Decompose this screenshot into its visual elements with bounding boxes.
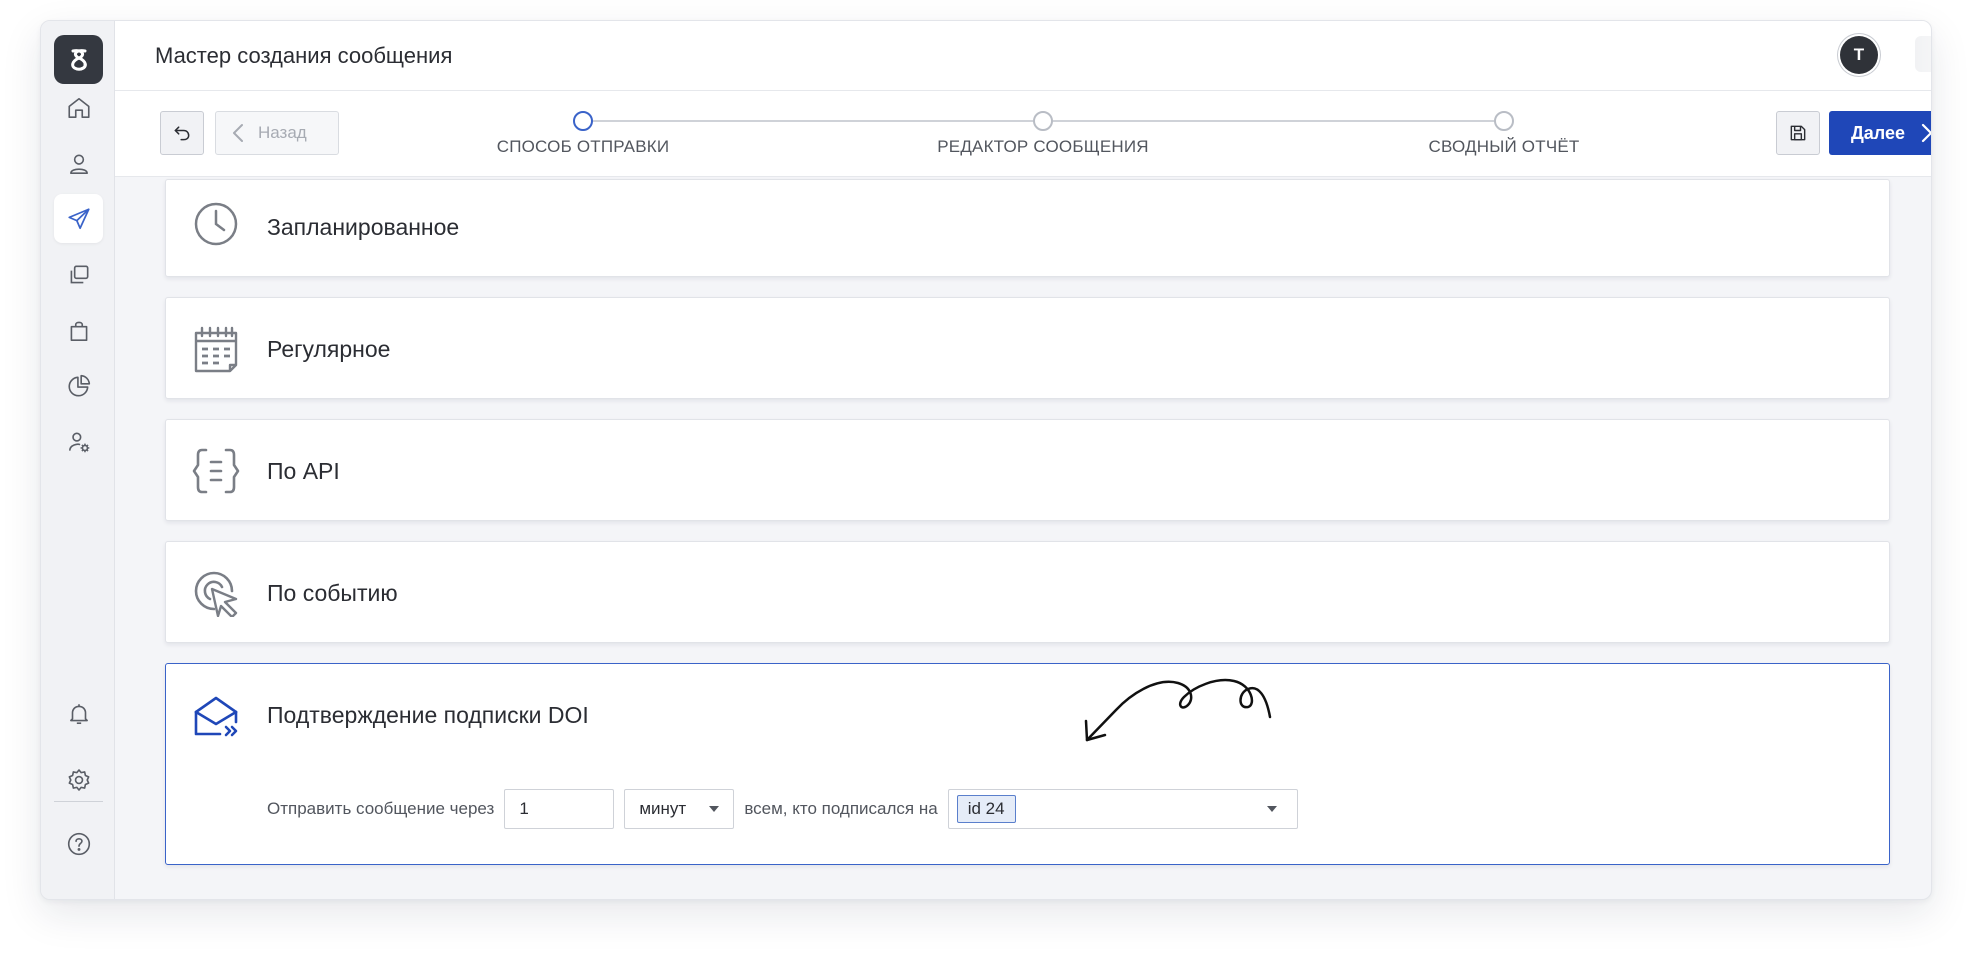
option-doi-title: Подтверждение подписки DOI xyxy=(267,702,589,728)
user-name-blurred[interactable] xyxy=(1915,36,1931,72)
subscription-list-select[interactable]: id 24 xyxy=(947,789,1298,829)
sidebar-item-settings[interactable] xyxy=(54,755,103,804)
sidebar-item-messages[interactable] xyxy=(54,194,103,243)
caret-down-icon xyxy=(709,806,720,812)
sidebar xyxy=(41,21,115,899)
chevron-left-icon xyxy=(233,124,243,142)
step-1-label[interactable]: СПОСОБ ОТПРАВКИ xyxy=(497,137,670,157)
send-after-label: Отправить сообщение через xyxy=(267,799,495,818)
next-button[interactable]: Далее xyxy=(1829,111,1931,155)
option-doi[interactable]: Подтверждение подписки DOI Отправить соо… xyxy=(165,663,1890,865)
sidebar-item-help[interactable] xyxy=(54,819,103,868)
page-title: Мастер создания сообщения xyxy=(155,43,453,68)
avatar[interactable]: T xyxy=(1840,36,1878,74)
logo[interactable] xyxy=(54,35,103,84)
pie-chart-icon xyxy=(68,374,90,396)
delay-input[interactable] xyxy=(504,789,615,829)
save-icon xyxy=(1790,125,1806,141)
list-tag[interactable]: id 24 xyxy=(956,795,1016,823)
sidebar-item-home[interactable] xyxy=(54,83,103,132)
sidebar-item-contacts[interactable] xyxy=(54,139,103,188)
subscribers-label: всем, кто подписался на xyxy=(744,799,938,818)
back-button[interactable]: Назад xyxy=(215,111,339,155)
step-2-dot[interactable] xyxy=(1033,111,1053,131)
option-api-title: По API xyxy=(267,458,340,484)
sidebar-item-account-settings[interactable] xyxy=(54,417,103,466)
header: Мастер создания сообщения T xyxy=(115,21,1931,91)
event-cursor-icon xyxy=(194,571,238,617)
option-event-title: По событию xyxy=(267,580,398,606)
step-2-label[interactable]: РЕДАКТОР СООБЩЕНИЯ xyxy=(937,137,1149,157)
option-event[interactable]: По событию xyxy=(165,541,1890,643)
copy-icon xyxy=(70,265,88,283)
step-1-dot[interactable] xyxy=(573,111,593,131)
calendar-icon xyxy=(194,326,238,373)
undo-button[interactable] xyxy=(160,111,204,155)
app-window: Мастер создания сообщения T Назад СПОСОБ… xyxy=(40,20,1932,900)
home-icon xyxy=(67,97,90,118)
delay-unit-value: минут xyxy=(639,799,687,818)
question-icon xyxy=(67,832,90,855)
back-button-label: Назад xyxy=(258,123,307,142)
logo-icon xyxy=(70,48,87,71)
caret-down-icon xyxy=(1266,806,1277,812)
sidebar-item-shop[interactable] xyxy=(54,306,103,355)
step-3-dot[interactable] xyxy=(1494,111,1514,131)
next-button-label: Далее xyxy=(1850,122,1906,143)
option-regular[interactable]: Регулярное xyxy=(165,297,1890,399)
user-icon xyxy=(69,154,88,174)
sidebar-divider xyxy=(54,801,103,802)
save-button[interactable] xyxy=(1776,111,1820,155)
clock-icon xyxy=(194,202,238,246)
sidebar-item-templates[interactable] xyxy=(54,250,103,299)
option-api[interactable]: По API xyxy=(165,419,1890,521)
undo-icon xyxy=(174,126,190,141)
option-regular-title: Регулярное xyxy=(267,336,391,362)
user-gear-icon xyxy=(68,432,89,452)
chevron-right-icon xyxy=(1921,123,1931,143)
bell-icon xyxy=(69,703,88,724)
shopping-bag-icon xyxy=(70,321,87,341)
envelope-open-icon xyxy=(194,696,238,737)
sidebar-item-analytics[interactable] xyxy=(54,361,103,410)
sidebar-item-notifications[interactable] xyxy=(54,689,103,738)
option-scheduled-title: Запланированное xyxy=(267,214,460,240)
doi-settings-row: Отправить сообщение через минут всем, кт… xyxy=(267,789,1298,829)
step-3-label[interactable]: СВОДНЫЙ ОТЧЁТ xyxy=(1429,137,1580,157)
gear-icon xyxy=(68,768,89,791)
api-braces-icon xyxy=(192,448,240,494)
delay-unit-select[interactable]: минут xyxy=(624,789,735,829)
wizard-toolbar: Назад СПОСОБ ОТПРАВКИ РЕДАКТОР СООБЩЕНИЯ… xyxy=(115,91,1931,177)
option-scheduled[interactable]: Запланированное xyxy=(165,179,1890,277)
paper-plane-icon xyxy=(67,207,90,229)
